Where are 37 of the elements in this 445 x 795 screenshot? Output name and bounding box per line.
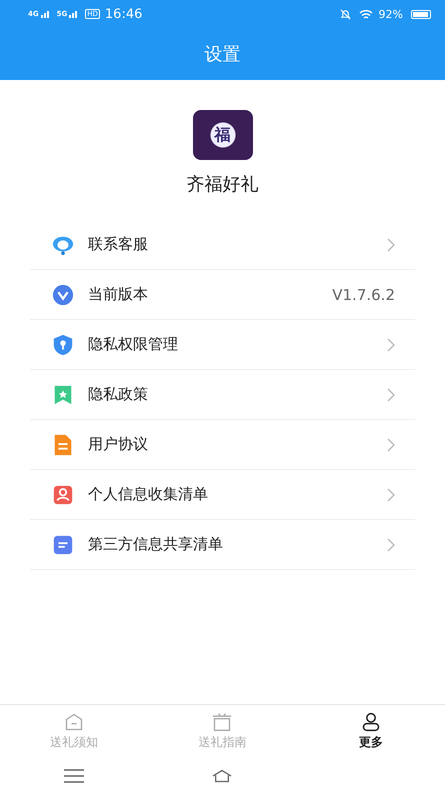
app-logo: 福 [192,110,252,160]
document-icon [52,534,74,556]
settings-item[interactable]: 第三方信息共享清单 [30,520,415,570]
clock-time: 16:46 [104,6,142,22]
v-logo-icon [52,284,74,306]
settings-label: 隐私政策 [88,385,149,404]
settings-label: 当前版本 [88,285,149,304]
person-icon [52,484,74,506]
settings-label: 用户协议 [88,435,149,454]
settings-item[interactable]: 隐私权限管理 [30,320,415,370]
settings-item[interactable]: 当前版本 V1.7.6.2 [30,270,415,320]
settings-item[interactable]: 用户协议 [30,420,415,470]
signal-icon [69,10,80,18]
signal-icon [40,10,51,18]
gift-box-icon [212,712,232,732]
tab[interactable]: 更多 [296,705,445,757]
mute-icon [340,8,351,20]
settings-item[interactable]: 个人信息收集清单 [30,470,415,520]
settings-item[interactable]: 联系客服 [30,220,415,270]
bookmark-icon [52,384,74,406]
home-icon[interactable] [212,769,232,783]
settings-item[interactable]: 隐私政策 [30,370,415,420]
menu-icon[interactable] [64,769,84,783]
document-icon [52,434,74,456]
wifi-icon [358,8,373,20]
settings-label: 联系客服 [88,235,149,254]
settings-label: 个人信息收集清单 [88,485,209,504]
shield-icon [52,334,74,356]
battery-icon [411,10,431,18]
battery-percent: 92% [378,8,403,20]
settings-label: 第三方信息共享清单 [88,535,224,554]
app-name: 齐福好礼 [186,173,258,196]
house-icon [64,712,84,732]
page-title: 设置 [204,43,240,66]
version-number: V1.7.6.2 [332,286,395,304]
settings-label: 隐私权限管理 [88,335,179,354]
person-icon [360,712,381,732]
